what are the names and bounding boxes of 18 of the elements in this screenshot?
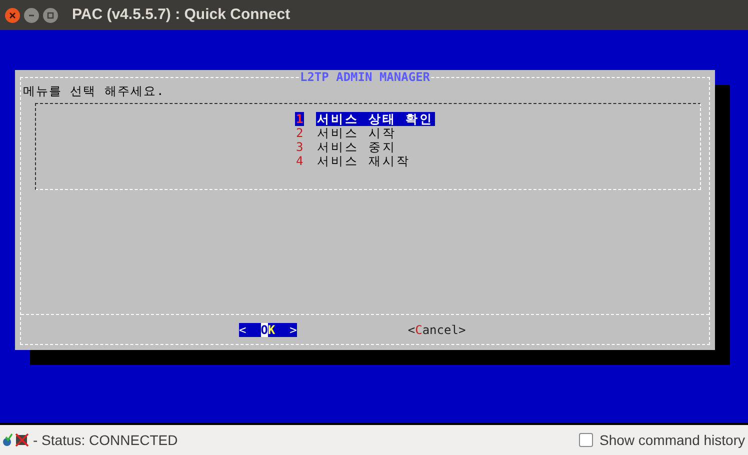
dialog-button[interactable]: < OK > [239, 322, 297, 336]
dialog-title: L2TP ADMIN MANAGER [298, 70, 432, 84]
menu-item[interactable]: 서비스 재시작 [316, 154, 412, 168]
minimize-button[interactable] [24, 8, 39, 22]
checkbox[interactable] [579, 433, 594, 447]
status-text: - Status: CONNECTED [33, 430, 178, 450]
dialog-button[interactable]: <Cancel> [408, 322, 466, 336]
connection-icon [2, 433, 13, 447]
maximize-icon [47, 12, 54, 18]
close-button[interactable] [5, 8, 20, 22]
prompt-text: 메뉴를 선택 해주세요. [23, 84, 165, 98]
maximize-button[interactable] [43, 8, 58, 22]
close-icon [9, 12, 16, 18]
menu-item[interactable]: 서비스 상태 확인 [316, 112, 435, 126]
disconnect-icon [14, 432, 30, 448]
menu-item[interactable]: 서비스 중지 [316, 140, 398, 154]
window-title: PAC (v4.5.5.7) : Quick Connect [72, 4, 290, 25]
menu-item[interactable]: 서비스 시작 [316, 126, 398, 140]
